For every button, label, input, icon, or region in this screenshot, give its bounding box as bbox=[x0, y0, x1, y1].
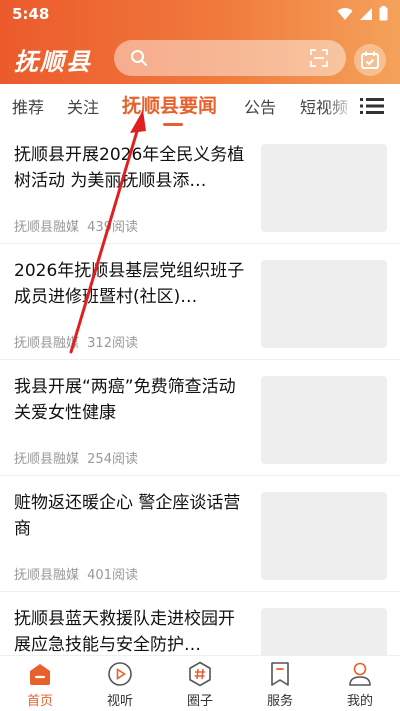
tab-announcements[interactable]: 公告 bbox=[244, 94, 276, 118]
nav-label: 圈子 bbox=[186, 694, 213, 709]
news-title[interactable]: 抚顺县蓝天救援队走进校园开展应急技能与安全防护… bbox=[14, 606, 248, 658]
nav-home[interactable]: 首页 bbox=[10, 660, 70, 709]
hashtag-icon bbox=[189, 661, 211, 687]
nav-video[interactable]: 视听 bbox=[90, 660, 150, 709]
scan-icon[interactable] bbox=[310, 49, 328, 67]
signal-icon bbox=[360, 7, 372, 20]
news-item[interactable]: 我县开展“两癌”免费筛查活动 关爱女性健康 抚顺县融媒 254阅读 bbox=[0, 360, 400, 476]
news-item[interactable]: 赃物返还暖企心 警企座谈话营商 抚顺县融媒 401阅读 bbox=[0, 476, 400, 592]
news-source: 抚顺县融媒 bbox=[14, 220, 80, 235]
home-icon bbox=[30, 664, 50, 685]
tab-recommend[interactable]: 推荐 bbox=[12, 94, 44, 118]
active-tab-indicator bbox=[163, 123, 183, 126]
news-thumbnail[interactable] bbox=[261, 376, 387, 464]
news-title[interactable]: 2026年抚顺县基层党组织班子成员进修班暨村(社区)… bbox=[14, 258, 248, 310]
status-icons bbox=[337, 6, 388, 21]
news-title[interactable]: 赃物返还暖企心 警企座谈话营商 bbox=[14, 490, 248, 542]
news-thumbnail[interactable] bbox=[261, 492, 387, 580]
news-reads: 439阅读 bbox=[87, 220, 138, 235]
news-source: 抚顺县融媒 bbox=[14, 568, 80, 583]
nav-label: 服务 bbox=[266, 694, 293, 709]
news-list: 抚顺县开展2026年全民义务植树活动 为美丽抚顺县添… 抚顺县融媒 439阅读 … bbox=[0, 128, 400, 708]
nav-label: 首页 bbox=[26, 694, 53, 709]
nav-label: 我的 bbox=[346, 694, 373, 709]
news-reads: 312阅读 bbox=[87, 336, 138, 351]
news-meta: 抚顺县融媒 254阅读 bbox=[14, 448, 138, 467]
app-header: 5:48 抚顺县 bbox=[0, 0, 400, 84]
news-thumbnail[interactable] bbox=[261, 260, 387, 348]
user-icon bbox=[349, 662, 371, 686]
news-source: 抚顺县融媒 bbox=[14, 452, 80, 467]
tab-fade bbox=[326, 84, 356, 128]
status-bar: 5:48 bbox=[0, 0, 400, 30]
news-reads: 254阅读 bbox=[87, 452, 138, 467]
channel-tabs: 推荐 关注 抚顺县要闻 公告 短视频 bbox=[0, 84, 400, 128]
nav-profile[interactable]: 我的 bbox=[330, 660, 390, 709]
news-meta: 抚顺县融媒 439阅读 bbox=[14, 216, 138, 235]
tab-county-news[interactable]: 抚顺县要闻 bbox=[122, 91, 217, 118]
wifi-icon bbox=[337, 7, 353, 20]
calendar-check-icon bbox=[361, 51, 379, 69]
bottom-nav: 首页 视听 圈子 服务 我的 bbox=[0, 655, 400, 711]
app-logo: 抚顺县 bbox=[14, 47, 92, 76]
calendar-button[interactable] bbox=[354, 44, 386, 76]
tab-follow[interactable]: 关注 bbox=[67, 94, 99, 118]
battery-icon bbox=[379, 6, 388, 21]
news-title[interactable]: 抚顺县开展2026年全民义务植树活动 为美丽抚顺县添… bbox=[14, 142, 248, 194]
news-item[interactable]: 抚顺县开展2026年全民义务植树活动 为美丽抚顺县添… 抚顺县融媒 439阅读 bbox=[0, 128, 400, 244]
news-source: 抚顺县融媒 bbox=[14, 336, 80, 351]
nav-community[interactable]: 圈子 bbox=[170, 660, 230, 709]
news-reads: 401阅读 bbox=[87, 568, 138, 583]
news-title[interactable]: 我县开展“两癌”免费筛查活动 关爱女性健康 bbox=[14, 374, 248, 426]
bookmark-icon bbox=[271, 662, 289, 686]
nav-services[interactable]: 服务 bbox=[250, 660, 310, 709]
news-meta: 抚顺县融媒 312阅读 bbox=[14, 332, 138, 351]
nav-label: 视听 bbox=[106, 694, 133, 709]
search-icon bbox=[131, 50, 147, 66]
news-item[interactable]: 2026年抚顺县基层党组织班子成员进修班暨村(社区)… 抚顺县融媒 312阅读 bbox=[0, 244, 400, 360]
play-icon bbox=[108, 662, 132, 686]
search-bar[interactable] bbox=[114, 40, 346, 76]
status-time: 5:48 bbox=[12, 5, 50, 23]
news-meta: 抚顺县融媒 401阅读 bbox=[14, 564, 138, 583]
news-thumbnail[interactable] bbox=[261, 144, 387, 232]
menu-icon[interactable] bbox=[360, 96, 384, 116]
